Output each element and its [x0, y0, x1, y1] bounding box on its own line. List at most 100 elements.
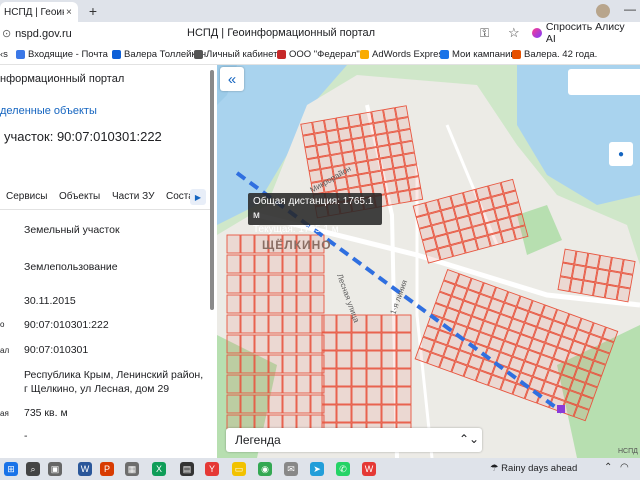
url-field[interactable]: ⊙ nspd.gov.ru — [2, 27, 72, 40]
parcel — [268, 354, 283, 374]
mail-app-icon[interactable]: ✉ — [284, 462, 298, 476]
bookmark-star-icon[interactable]: ☆ — [508, 25, 520, 41]
parcel — [268, 254, 283, 274]
parcel — [592, 282, 608, 299]
legend-label: Легенда — [235, 433, 281, 447]
parcel — [450, 242, 466, 257]
browser-tab[interactable]: НСПД | Геоинформаци × — [0, 2, 78, 22]
parcel — [393, 166, 408, 181]
parcel — [399, 128, 413, 143]
parcel — [585, 252, 601, 269]
bookmark-item[interactable]: Входящие - Почта — [16, 49, 108, 60]
new-tab-button[interactable]: + — [85, 3, 101, 19]
panel-scrollbar[interactable] — [210, 70, 214, 310]
app-icon[interactable]: W — [362, 462, 376, 476]
parcel — [282, 294, 297, 314]
yandex-browser-icon[interactable]: Y — [205, 462, 219, 476]
parcel — [341, 151, 356, 165]
profile-avatar[interactable] — [596, 4, 610, 18]
key-icon[interactable]: ⚿ — [480, 26, 489, 41]
parcel — [595, 268, 610, 285]
parcel — [254, 334, 269, 354]
parcel — [581, 280, 596, 297]
parcel — [351, 386, 367, 405]
powerpoint-icon[interactable]: P — [100, 462, 114, 476]
tray-chevron-icon[interactable]: ⌃ — [604, 462, 612, 473]
collapse-panel-button[interactable]: « — [220, 67, 244, 91]
document-icon — [194, 50, 203, 59]
selected-objects-link[interactable]: деленные объекты — [0, 105, 97, 117]
page-title: НСПД | Геоинформационный портал — [187, 27, 376, 39]
campaign-icon — [440, 50, 449, 59]
legend-dropdown[interactable]: Легенда ⌃⌄ — [226, 428, 482, 452]
tab-services[interactable]: Сервисы — [6, 191, 47, 202]
parcel — [405, 164, 420, 179]
word-icon[interactable]: W — [78, 462, 92, 476]
parcel — [240, 334, 255, 354]
parcel — [335, 115, 350, 130]
locate-icon[interactable]: ● — [609, 142, 633, 166]
parcel — [381, 404, 397, 423]
calculator-icon[interactable]: ▦ — [125, 462, 139, 476]
bookmark-item[interactable]: Личный кабинет — [194, 49, 277, 60]
weather-widget[interactable]: ☂ Rainy days ahead — [490, 463, 577, 474]
whatsapp-icon[interactable]: ✆ — [336, 462, 350, 476]
parcel — [607, 270, 622, 287]
parcel — [314, 131, 328, 146]
telegram-icon[interactable]: ➤ — [310, 462, 324, 476]
parcel — [296, 374, 311, 394]
parcel — [359, 111, 374, 126]
bookmark-item[interactable]: Мои кампании — [440, 49, 516, 60]
parcel — [330, 153, 344, 167]
parcel — [383, 107, 397, 122]
close-icon[interactable]: × — [66, 7, 72, 18]
parcel — [418, 225, 435, 241]
bookmark-item[interactable]: Валера Толлейкин — [112, 49, 206, 60]
chevron-right-icon[interactable]: ▶ — [190, 189, 206, 205]
parcel — [366, 332, 382, 351]
start-icon[interactable]: ⊞ — [4, 462, 18, 476]
taskview-icon[interactable]: ▣ — [48, 462, 62, 476]
parcel — [381, 386, 397, 405]
globe-icon — [277, 50, 286, 59]
map-search-box[interactable] — [568, 69, 640, 95]
parcel — [296, 254, 311, 274]
parcel — [389, 142, 404, 157]
parcel — [366, 350, 382, 369]
measure-end-marker — [557, 405, 565, 413]
parcel — [347, 113, 362, 128]
site-info-icon[interactable]: ⊙ — [2, 27, 12, 40]
tab-objects[interactable]: Объекты — [59, 191, 100, 202]
chrome-icon[interactable]: ◉ — [258, 462, 272, 476]
parcel — [336, 368, 352, 387]
parcel — [396, 314, 412, 333]
parcel — [363, 135, 378, 149]
ask-alice-button[interactable]: Спросить Алису AI — [528, 21, 640, 45]
browser-tab-bar: НСПД | Геоинформаци × + — — [0, 0, 640, 22]
minimize-icon[interactable]: — — [624, 2, 636, 16]
parcel — [597, 254, 612, 271]
parcel — [355, 160, 370, 175]
bookmark-item[interactable]: ООО "Федерал" — [277, 49, 360, 60]
tab-parts[interactable]: Части ЗУ — [112, 191, 154, 202]
wifi-icon[interactable]: ◠ — [620, 462, 629, 473]
excel-icon[interactable]: X — [152, 462, 166, 476]
bookmark-item[interactable]: AdWords Express — [360, 49, 448, 60]
parcel — [339, 139, 354, 154]
cadastral-map[interactable]: Микрорайон Лесная улица 1-я линия — [217, 65, 640, 458]
parcel — [383, 180, 398, 195]
folder-icon[interactable]: ▭ — [232, 462, 246, 476]
bookmark-item[interactable]: Валера. 42 года. — [512, 49, 597, 60]
search-icon[interactable]: ⌕ — [26, 462, 40, 476]
parcel — [394, 105, 409, 119]
bookmark-overflow[interactable]: ‹s — [0, 49, 8, 60]
parcel — [226, 394, 241, 414]
parcel — [300, 121, 315, 136]
parcel — [403, 152, 417, 167]
area-value: 735 кв. м — [24, 407, 68, 419]
explorer-icon[interactable]: ▤ — [180, 462, 194, 476]
adwords-icon — [360, 50, 369, 59]
parcel — [357, 172, 372, 187]
tab-title: НСПД | Геоинформаци — [4, 6, 64, 18]
parcel — [310, 294, 325, 314]
